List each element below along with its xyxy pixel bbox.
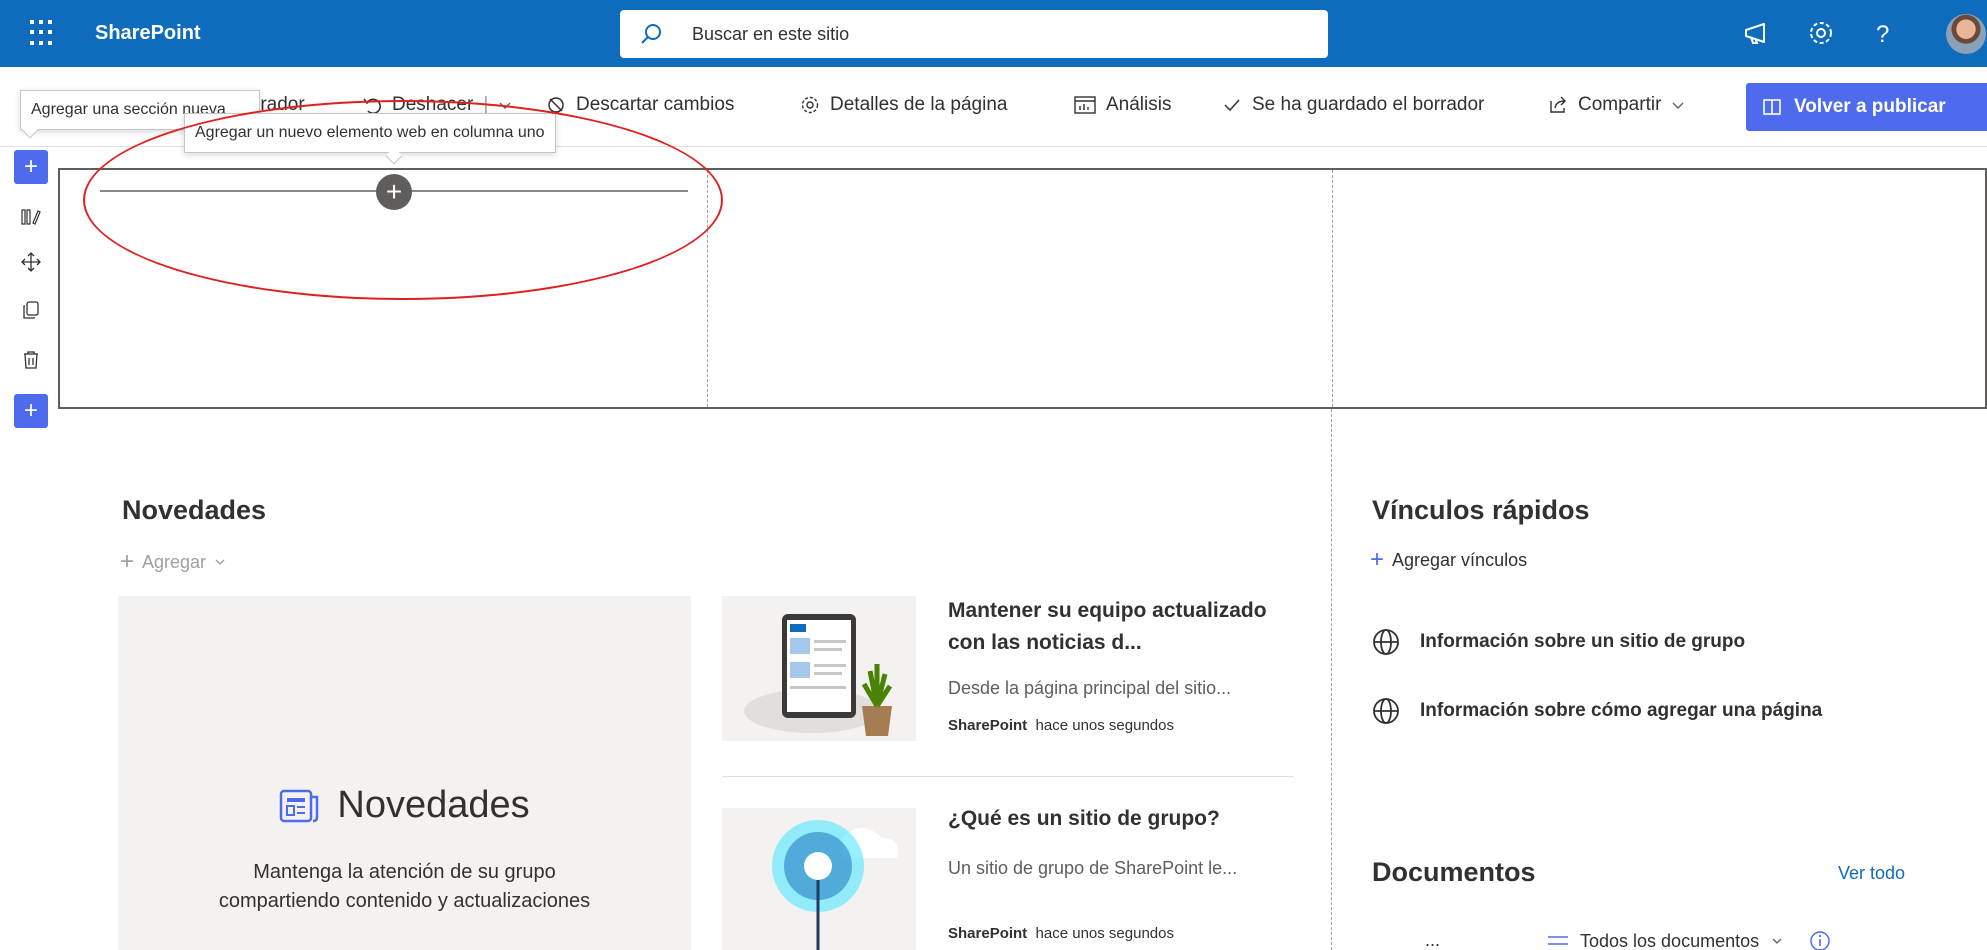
delete-section-icon[interactable] [14,343,48,377]
news-item-desc: Un sitio de grupo de SharePoint le... [948,858,1238,878]
news-thumbnail[interactable] [722,596,916,741]
add-links-button[interactable]: + Agregar vínculos [1370,546,1527,574]
edit-section-icon[interactable] [14,200,48,234]
news-item-desc: Desde la página principal del sitio... [948,678,1232,698]
republish-button[interactable]: Volver a publicar [1746,83,1987,131]
analytics-icon [1074,96,1096,114]
checkmark-icon [1224,99,1240,112]
documents-heading: Documentos [1372,857,1536,887]
quicklinks-heading: Vínculos rápidos [1372,495,1590,525]
more-options-icon[interactable]: ... [1425,930,1440,950]
quicklink-item[interactable]: Información sobre cómo agregar una págin… [1372,697,1822,725]
suite-bar: SharePoint Buscar en este sitio ? [0,0,1987,67]
search-input[interactable]: Buscar en este sitio [692,24,849,45]
news-item-title[interactable]: Mantener su equipo actualizado con las n… [948,595,1298,659]
news-item-meta: SharePoint hace unos segundos [948,717,1174,734]
add-section-button[interactable]: + [14,150,48,184]
news-icon [280,789,319,822]
globe-icon [1373,629,1399,655]
column-divider [1332,170,1333,407]
move-section-icon[interactable] [14,245,48,279]
news-placeholder: Novedades Mantenga la atención de su gru… [118,596,691,950]
news-separator [722,776,1294,777]
news-placeholder-title: Novedades [118,784,691,827]
site-brand[interactable]: SharePoint [95,22,201,45]
list-icon [1548,936,1568,945]
analytics-button[interactable]: Análisis [1074,94,1171,116]
search-box[interactable]: Buscar en este sitio [620,10,1328,58]
news-add-label: Agregar [142,551,207,572]
megaphone-icon[interactable] [1742,18,1772,48]
duplicate-section-icon[interactable] [14,293,48,327]
chevron-down-icon [1772,938,1782,944]
news-thumbnail[interactable] [722,808,916,950]
globe-icon [1373,698,1399,724]
app-launcher-icon[interactable] [30,20,56,46]
share-button[interactable]: Compartir [1548,94,1685,116]
svg-text:?: ? [1876,21,1889,48]
quicklink-item[interactable]: Información sobre un sitio de grupo [1372,628,1745,656]
help-icon[interactable]: ? [1868,18,1898,48]
saved-status: Se ha guardado el borrador [1222,94,1484,116]
news-item-meta: SharePoint hace unos segundos [948,925,1174,942]
search-icon [641,24,661,44]
chevron-down-icon [1672,102,1684,109]
share-icon [1550,96,1566,113]
chevron-down-icon [215,559,225,565]
user-avatar[interactable] [1946,14,1986,54]
news-heading: Novedades [122,495,267,525]
info-icon[interactable] [1809,930,1831,950]
plus-icon: + [1370,546,1385,573]
news-placeholder-desc: Mantenga la atención de su grupo compart… [218,861,591,912]
annotation-ellipse [83,100,723,300]
settings-gear-icon[interactable] [1806,18,1836,48]
plus-icon: + [120,548,135,575]
news-item-title[interactable]: ¿Qué es un sitio de grupo? [948,803,1298,835]
news-add-button[interactable]: + Agregar [120,548,226,576]
page-details-button[interactable]: Detalles de la página [800,94,1007,116]
column-divider [1331,409,1332,950]
add-links-label: Agregar vínculos [1392,549,1528,570]
see-all-link[interactable]: Ver todo [1838,863,1905,884]
book-icon [1763,99,1781,115]
view-selector[interactable]: Todos los documentos [1548,930,1831,950]
add-section-below-button[interactable]: + [14,394,48,428]
discard-changes-button[interactable]: Descartar cambios [546,94,734,116]
gear-icon [801,96,819,114]
